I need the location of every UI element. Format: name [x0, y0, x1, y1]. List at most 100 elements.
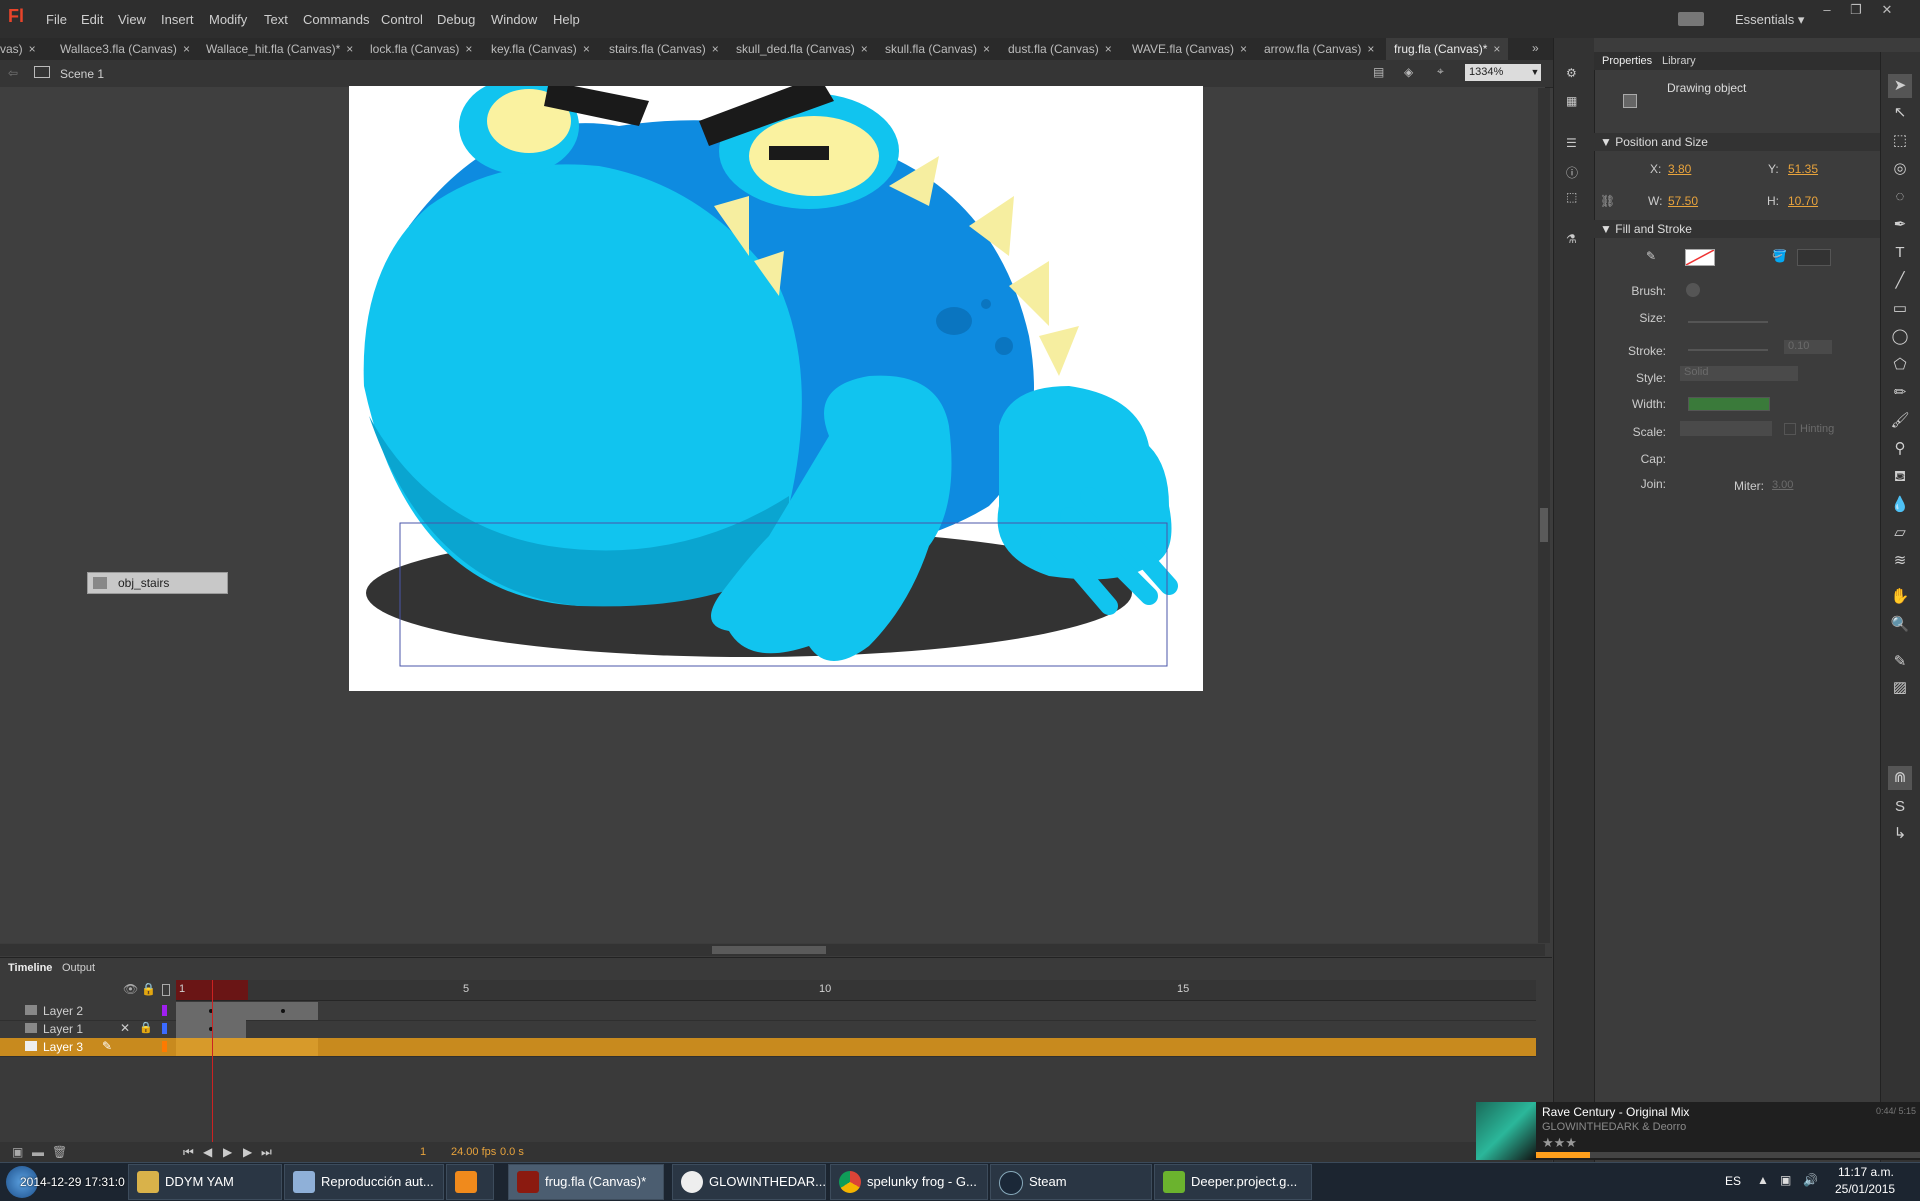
hinting-checkbox[interactable] — [1784, 423, 1796, 435]
network-icon[interactable]: ▣ — [1780, 1173, 1791, 1187]
workspace-switcher[interactable]: Essentials ▾ — [1735, 12, 1804, 28]
step-forward-icon[interactable]: ▶ — [243, 1145, 252, 1159]
taskbar-item[interactable]: GLOWINTHEDAR... — [672, 1164, 826, 1200]
tab-properties[interactable]: Properties — [1602, 55, 1652, 67]
fill-color-swatch[interactable] — [1797, 249, 1831, 266]
menu-edit[interactable]: Edit — [81, 12, 103, 27]
tab-close-icon[interactable]: × — [861, 42, 868, 56]
tab-close-icon[interactable]: × — [465, 42, 472, 56]
lock-icon[interactable]: 🔒 — [141, 982, 156, 996]
frame-ruler[interactable]: 1 5 10 15 — [176, 980, 1536, 1001]
volume-icon[interactable]: 🔊 — [1803, 1173, 1818, 1187]
polystar-tool-icon[interactable]: ⬠ — [1888, 353, 1912, 377]
tab-close-icon[interactable]: × — [1105, 42, 1112, 56]
oval-tool-icon[interactable]: ◯ — [1888, 325, 1912, 349]
subselection-tool-icon[interactable]: ↖ — [1888, 101, 1912, 125]
tab-document[interactable]: arrow.fla (Canvas) × — [1264, 38, 1374, 60]
tab-library[interactable]: Library — [1662, 55, 1696, 67]
selection-tool-icon[interactable]: ➤ — [1888, 74, 1912, 98]
layer-frames[interactable] — [176, 1038, 318, 1056]
transform-icon[interactable]: ⬚ — [1566, 190, 1577, 204]
w-value[interactable]: 57.50 — [1668, 194, 1698, 208]
tab-timeline[interactable]: Timeline — [8, 962, 52, 974]
vertical-scrollbar[interactable] — [1538, 88, 1550, 943]
menu-view[interactable]: View — [118, 12, 146, 27]
stroke-color-tool-icon[interactable]: ✎ — [1888, 650, 1912, 674]
layer-frames[interactable] — [176, 1020, 246, 1038]
taskbar-item[interactable]: spelunky frog - G... — [830, 1164, 988, 1200]
taskbar-item[interactable]: DDYM YAM — [128, 1164, 282, 1200]
zoom-input[interactable]: 1334% — [1465, 64, 1529, 81]
taskbar-item[interactable]: Deeper.project.g... — [1154, 1164, 1312, 1200]
menu-insert[interactable]: Insert — [161, 12, 194, 27]
smooth-icon[interactable]: S — [1888, 795, 1912, 819]
sync-settings-icon[interactable] — [1678, 12, 1704, 26]
vertical-scroll-thumb[interactable] — [1540, 508, 1548, 542]
tab-close-icon[interactable]: × — [29, 42, 36, 56]
layer-name[interactable]: Layer 1 — [43, 1022, 83, 1036]
zoom-dropdown-icon[interactable]: ▼ — [1529, 64, 1541, 81]
pen-tool-icon[interactable]: ✒ — [1888, 213, 1912, 237]
eyedropper-tool-icon[interactable]: 💧 — [1888, 493, 1912, 517]
snap-magnet-icon[interactable]: ⋒ — [1888, 766, 1912, 790]
layer-color-swatch[interactable] — [162, 1041, 167, 1052]
stroke-value[interactable]: 0.10 — [1784, 340, 1832, 354]
menu-control[interactable]: Control — [381, 12, 423, 27]
stage-canvas[interactable] — [349, 86, 1203, 691]
tab-close-icon[interactable]: × — [1367, 42, 1374, 56]
motion-editor-icon[interactable]: ⚙ — [1566, 66, 1577, 80]
play-icon[interactable]: ▶ — [223, 1145, 232, 1159]
style-select[interactable]: Solid — [1680, 366, 1798, 381]
center-stage-icon[interactable]: ⌖ — [1437, 64, 1444, 79]
text-tool-icon[interactable]: T — [1888, 241, 1912, 265]
3d-rotation-tool-icon[interactable]: ◎ — [1888, 157, 1912, 181]
tab-document[interactable]: stairs.fla (Canvas) × — [609, 38, 719, 60]
h-value[interactable]: 10.70 — [1788, 194, 1818, 208]
tab-document[interactable]: key.fla (Canvas) × — [491, 38, 590, 60]
size-slider[interactable] — [1688, 321, 1768, 323]
horizontal-scrollbar[interactable] — [0, 944, 1545, 956]
tab-close-icon[interactable]: × — [1493, 42, 1500, 56]
link-icon[interactable]: ⛓ — [1600, 194, 1615, 208]
taskbar-item[interactable]: Reproducción aut... — [284, 1164, 444, 1200]
menu-modify[interactable]: Modify — [209, 12, 247, 27]
tab-document-active[interactable]: frug.fla (Canvas)* × — [1386, 38, 1509, 60]
instance-name-tag[interactable]: obj_stairs — [87, 572, 228, 594]
clock-date[interactable]: 25/01/2015 — [1835, 1182, 1895, 1196]
menu-commands[interactable]: Commands — [303, 12, 369, 27]
rectangle-tool-icon[interactable]: ▭ — [1888, 297, 1912, 321]
tab-document[interactable]: lock.fla (Canvas) × — [370, 38, 472, 60]
tab-close-icon[interactable]: × — [712, 42, 719, 56]
straighten-icon[interactable]: ↳ — [1888, 822, 1912, 846]
tab-document[interactable]: Wallace_hit.fla (Canvas)* × — [206, 38, 353, 60]
new-folder-icon[interactable]: ▬ — [32, 1145, 44, 1159]
free-transform-tool-icon[interactable]: ⬚ — [1888, 129, 1912, 153]
back-arrow-icon[interactable]: ⇦ — [8, 66, 18, 80]
outline-icon[interactable] — [162, 984, 170, 996]
layer-frames[interactable] — [176, 1002, 318, 1020]
grid-icon[interactable]: ▦ — [1566, 94, 1577, 108]
bone-tool-icon[interactable]: ⚲ — [1888, 437, 1912, 461]
track-progress-bar[interactable] — [1536, 1152, 1920, 1158]
step-back-icon[interactable]: ◀ — [203, 1145, 212, 1159]
current-frame[interactable]: 1 — [420, 1146, 426, 1158]
info-icon[interactable]: ⓘ — [1566, 164, 1578, 181]
eye-icon[interactable]: 👁 — [123, 982, 138, 996]
brush-tool-icon[interactable]: 🖌 — [1888, 409, 1912, 433]
tab-document[interactable]: skull_ded.fla (Canvas) × — [736, 38, 868, 60]
menu-text[interactable]: Text — [264, 12, 288, 27]
tab-close-icon[interactable]: × — [183, 42, 190, 56]
width-tool-icon[interactable]: ≋ — [1888, 549, 1912, 573]
taskbar-item[interactable] — [446, 1164, 494, 1200]
layer-color-swatch[interactable] — [162, 1005, 167, 1016]
tab-document[interactable]: skull.fla (Canvas) × — [885, 38, 990, 60]
align-icon[interactable]: ☰ — [1566, 136, 1577, 150]
line-tool-icon[interactable]: ╱ — [1888, 269, 1912, 293]
menu-file[interactable]: File — [46, 12, 67, 27]
tab-close-icon[interactable]: × — [346, 42, 353, 56]
restore-icon[interactable]: ❐ — [1843, 2, 1869, 18]
components-icon[interactable]: ⚗ — [1566, 232, 1577, 246]
eraser-tool-icon[interactable]: ▱ — [1888, 521, 1912, 545]
delete-layer-icon[interactable]: 🗑 — [52, 1145, 67, 1159]
menu-help[interactable]: Help — [553, 12, 580, 27]
